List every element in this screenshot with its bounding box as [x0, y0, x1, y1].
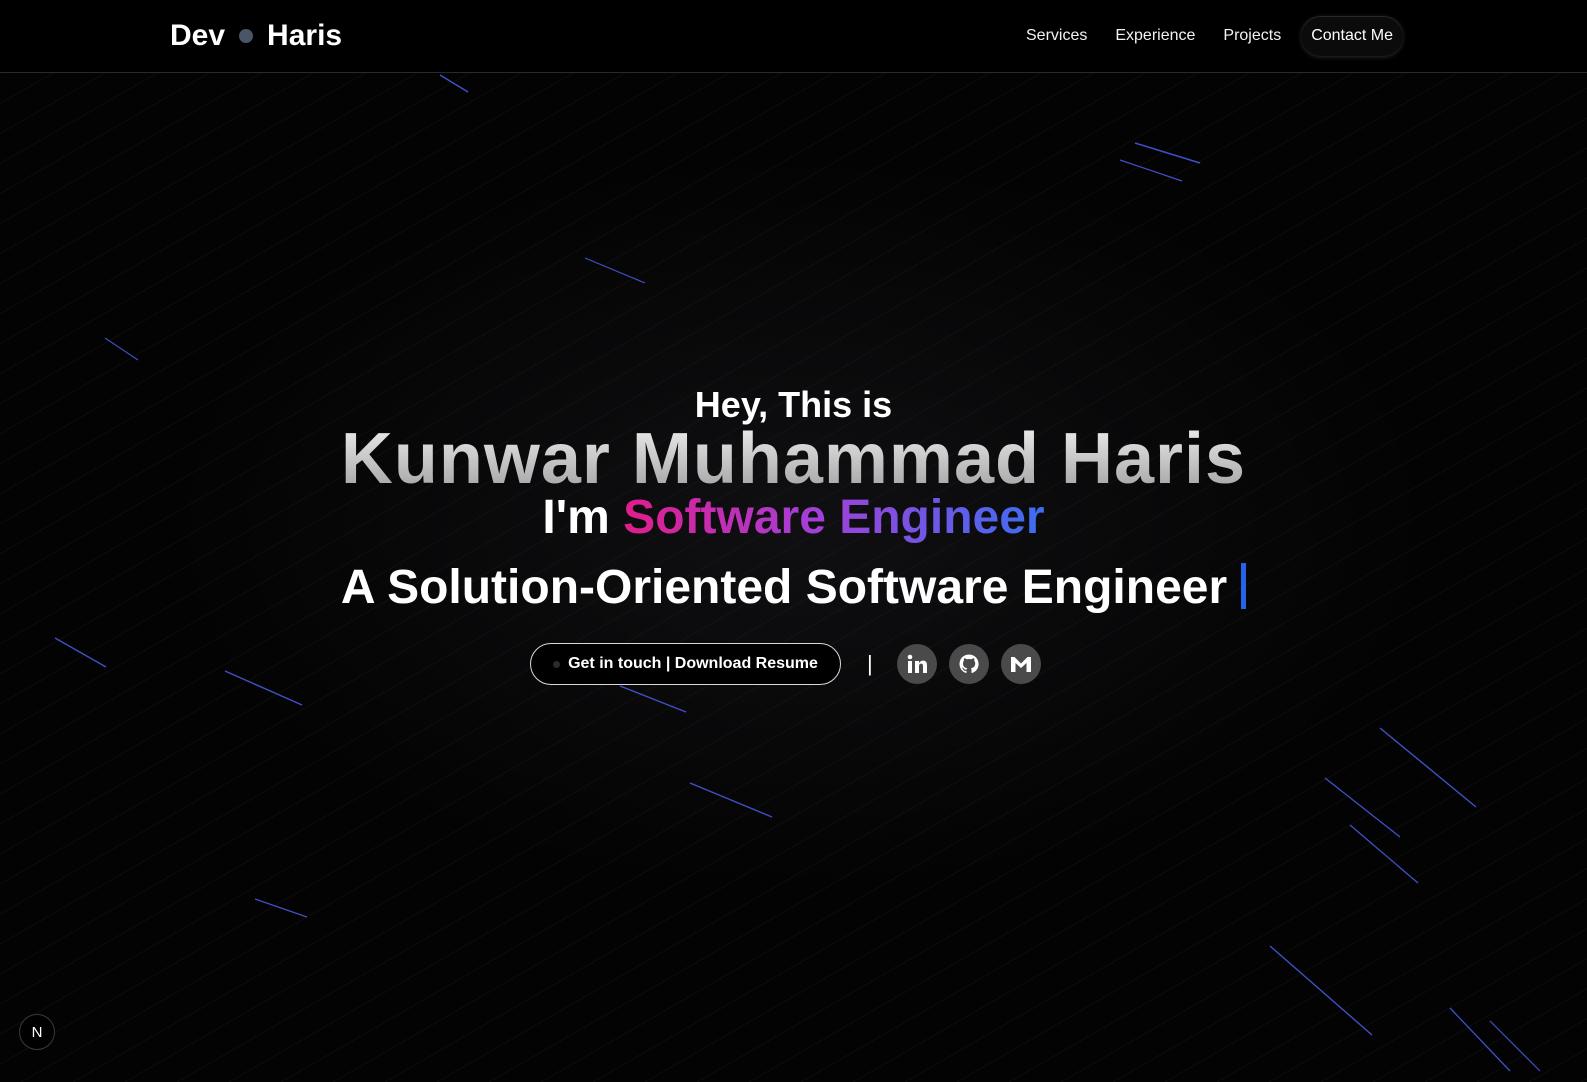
github-icon[interactable] [948, 644, 989, 684]
nextjs-dev-badge[interactable]: N [19, 1014, 55, 1050]
site-logo[interactable]: Dev Haris [170, 14, 342, 58]
gmail-icon[interactable] [1000, 644, 1041, 684]
cta-label: Get in touch | Download Resume [568, 655, 818, 672]
navbar: Dev Haris Services Experience Projects C… [0, 0, 1587, 73]
hero-name: Kunwar Muhammad Haris [0, 418, 1587, 500]
hero-role-line: I'm Software Engineer [0, 490, 1587, 545]
nav-link-projects[interactable]: Projects [1209, 27, 1295, 45]
hero-actions: Get in touch | Download Resume | [530, 643, 1053, 685]
actions-separator: | [867, 651, 873, 676]
role-prefix: I'm [542, 491, 610, 544]
nav-links: Services Experience Projects Contact Me [1012, 15, 1404, 57]
get-in-touch-resume-button[interactable]: Get in touch | Download Resume [530, 643, 841, 685]
portfolio-page: Dev Haris Services Experience Projects C… [0, 0, 1587, 1082]
nav-link-services[interactable]: Services [1012, 27, 1101, 45]
nav-link-experience[interactable]: Experience [1101, 27, 1209, 45]
tagline-text: A Solution-Oriented Software Engineer [340, 561, 1228, 614]
cta-dot [553, 660, 561, 668]
linkedin-icon[interactable] [896, 644, 937, 684]
logo-text-haris: Haris [267, 19, 343, 52]
logo-text-dev: Dev [170, 19, 226, 52]
role-title: Software Engineer [623, 491, 1045, 544]
contact-me-button[interactable]: Contact Me [1301, 16, 1404, 56]
logo-dot [239, 29, 254, 43]
hero-tagline: A Solution-Oriented Software Engineer [0, 560, 1587, 615]
typing-cursor [1241, 563, 1247, 609]
